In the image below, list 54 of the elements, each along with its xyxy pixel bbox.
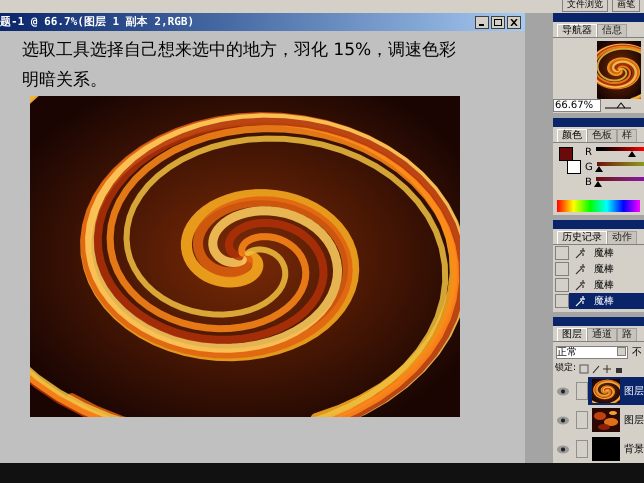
layer-row[interactable]: 图层 [588,406,644,434]
panel-tab[interactable]: 颜色 [557,129,587,142]
opacity-label: 不 [632,346,642,360]
channel-label: B [585,178,592,188]
history-snapshot-box[interactable] [555,294,569,308]
history-snapshot-box[interactable] [555,278,569,292]
panel-tab[interactable]: 通道 [587,328,617,341]
history-state[interactable]: 魔棒 [569,293,644,310]
panel-tab[interactable]: 历史记录 [557,231,607,244]
eye-icon[interactable] [556,386,570,396]
panel-tab[interactable]: 信息 [597,24,627,37]
channel-label: G [585,162,593,172]
history-snapshot-box[interactable] [555,246,569,260]
caption-text: 明暗关系。 [22,69,108,92]
foreground-color-swatch[interactable] [559,147,573,161]
layer-name: 背景 [624,442,644,456]
layer-thumbnail [592,437,620,461]
history-state[interactable]: 魔棒 [569,277,644,294]
panel-tab[interactable]: 图层 [557,328,587,341]
history-state[interactable]: 魔棒 [569,261,644,278]
maximize-button[interactable] [491,16,505,28]
eye-icon[interactable] [556,416,570,424]
lock-options-icon[interactable] [579,364,624,374]
magic-wand-icon [575,296,586,307]
channel-slider[interactable] [596,177,644,188]
palette-well-tab[interactable]: 画笔 [612,0,640,12]
panel-tab[interactable]: 导航器 [557,24,597,37]
maximize-icon [494,18,502,26]
blend-mode-select[interactable]: 正常 [556,346,628,359]
layer-row[interactable]: 图层 [588,377,644,405]
history-snapshot-box[interactable] [555,262,569,276]
background-color-swatch[interactable] [567,160,581,174]
history-state[interactable]: 魔棒 [569,245,644,262]
panel-tab[interactable]: 动作 [607,231,637,244]
zoom-field[interactable]: 66.67% [553,99,601,112]
layer-name: 图层 [624,414,644,428]
caption-text: 选取工具选择自己想来选中的地方，羽化 15%，调速色彩 [22,39,458,62]
layer-row[interactable]: 背景 [588,435,644,463]
eye-icon[interactable] [556,444,570,454]
panel-tab[interactable]: 色板 [587,129,617,142]
close-icon [510,18,518,26]
magic-wand-icon [575,248,586,259]
zoom-slider-icon[interactable] [605,101,631,110]
lock-label: 锁定: [555,362,576,376]
window-title: 题-1 @ 66.7%(图层 1 副本 2,RGB) [0,14,194,30]
panel-tab[interactable]: 样 [617,129,637,142]
channel-label: R [585,148,592,158]
minimize-button[interactable] [475,16,489,28]
layer-name: 图层 [624,384,644,398]
color-spectrum[interactable] [557,200,640,212]
magic-wand-icon [575,280,586,291]
magic-wand-icon [575,264,586,275]
close-button[interactable] [507,16,521,28]
panel-tab[interactable]: 路 [617,328,637,341]
